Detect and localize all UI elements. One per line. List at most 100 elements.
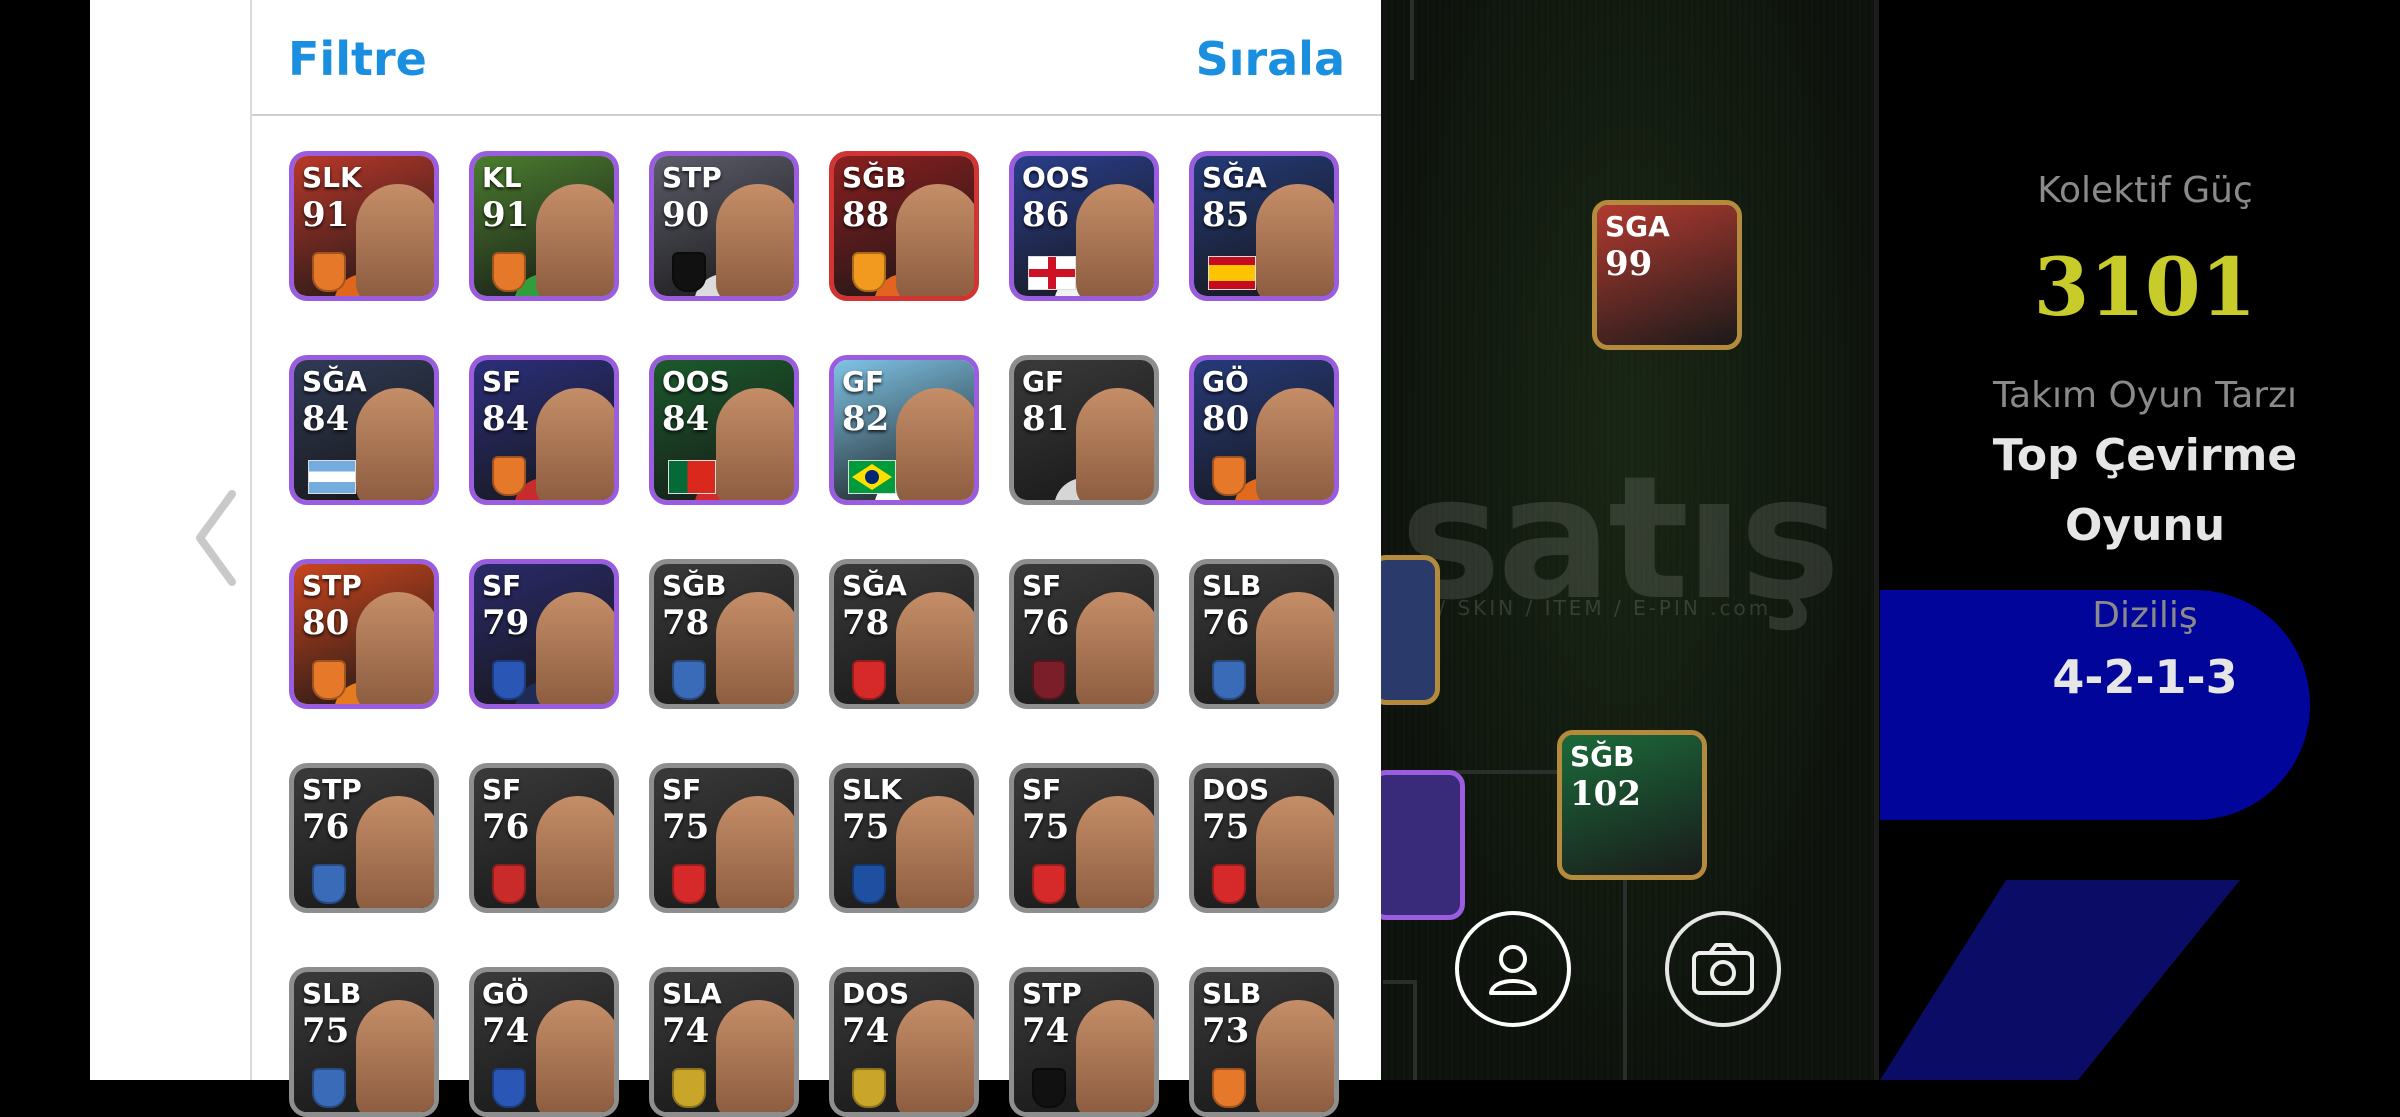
list-header: Filtre Sırala bbox=[252, 0, 1381, 116]
card-rating: 84 bbox=[302, 399, 350, 439]
player-portrait bbox=[536, 592, 614, 704]
card-rating: 80 bbox=[302, 603, 350, 643]
card-rating: 75 bbox=[302, 1011, 350, 1051]
sort-button[interactable]: Sırala bbox=[1196, 32, 1345, 86]
club-badge-icon bbox=[1212, 660, 1246, 700]
card-rating: 91 bbox=[482, 195, 530, 235]
player-card[interactable]: SLB 76 bbox=[1189, 559, 1339, 709]
camera-button[interactable] bbox=[1665, 911, 1781, 1027]
card-rating: 84 bbox=[662, 399, 710, 439]
card-position: SF bbox=[1022, 569, 1062, 602]
card-position: SĞA bbox=[302, 365, 367, 398]
card-position: SF bbox=[662, 773, 702, 806]
player-card[interactable]: SF 76 bbox=[1009, 559, 1159, 709]
player-card[interactable]: DOS 75 bbox=[1189, 763, 1339, 913]
card-position: DOS bbox=[1202, 773, 1270, 806]
player-card[interactable]: STP 90 bbox=[649, 151, 799, 301]
card-rating: 74 bbox=[1022, 1011, 1070, 1051]
player-portrait bbox=[536, 184, 614, 296]
player-card[interactable]: STP 76 bbox=[289, 763, 439, 913]
club-badge-icon bbox=[492, 252, 526, 292]
player-card[interactable]: SLK 91 bbox=[289, 151, 439, 301]
player-card[interactable]: SF 79 bbox=[469, 559, 619, 709]
chevron-left-icon[interactable] bbox=[192, 490, 238, 603]
player-card[interactable]: SĞA 78 bbox=[829, 559, 979, 709]
filter-button[interactable]: Filtre bbox=[288, 32, 427, 86]
flag-esp-icon bbox=[1208, 256, 1256, 290]
player-portrait bbox=[1076, 1000, 1154, 1112]
club-badge-icon bbox=[312, 864, 346, 904]
pitch-line bbox=[1383, 980, 1413, 984]
card-position: SLB bbox=[1202, 977, 1262, 1010]
player-card[interactable]: SLB 75 bbox=[289, 967, 439, 1117]
player-card[interactable]: KL 91 bbox=[469, 151, 619, 301]
player-card[interactable]: SĞB 78 bbox=[649, 559, 799, 709]
card-rating: 75 bbox=[1022, 807, 1070, 847]
player-card[interactable]: SF 84 bbox=[469, 355, 619, 505]
card-rating: 76 bbox=[1022, 603, 1070, 643]
card-position: SLA bbox=[662, 977, 722, 1010]
player-card[interactable]: SF 76 bbox=[469, 763, 619, 913]
club-badge-icon bbox=[852, 864, 886, 904]
club-badge-icon bbox=[672, 660, 706, 700]
player-portrait bbox=[356, 796, 434, 908]
pitch-line bbox=[1413, 980, 1417, 1080]
player-portrait bbox=[1076, 592, 1154, 704]
player-card[interactable]: GF 82 bbox=[829, 355, 979, 505]
card-rating: 82 bbox=[842, 399, 890, 439]
club-badge-icon bbox=[852, 1068, 886, 1108]
card-position: STP bbox=[662, 161, 722, 194]
card-position: SĞA bbox=[1202, 161, 1267, 194]
player-card[interactable]: SĞB 88 bbox=[829, 151, 979, 301]
club-badge-icon bbox=[312, 660, 346, 700]
player-card[interactable]: SLK 75 bbox=[829, 763, 979, 913]
player-portrait bbox=[716, 592, 794, 704]
card-rating: 78 bbox=[842, 603, 890, 643]
club-badge-icon bbox=[1212, 1068, 1246, 1108]
player-card[interactable]: DOS 74 bbox=[829, 967, 979, 1117]
pitch-line bbox=[1410, 0, 1414, 80]
collective-power-value: 3101 bbox=[2033, 240, 2257, 334]
card-position: SLB bbox=[302, 977, 362, 1010]
club-badge-icon bbox=[852, 660, 886, 700]
player-portrait bbox=[1076, 796, 1154, 908]
card-rating: 85 bbox=[1202, 195, 1250, 235]
card-rating: 81 bbox=[1022, 399, 1070, 439]
card-position: OOS bbox=[662, 365, 730, 398]
club-badge-icon bbox=[492, 1068, 526, 1108]
pitch-player-card[interactable]: SĞB 102 bbox=[1557, 730, 1707, 880]
card-rating: 99 bbox=[1605, 244, 1653, 284]
player-card[interactable]: OOS 84 bbox=[649, 355, 799, 505]
card-position: GÖ bbox=[1202, 365, 1249, 398]
pitch-player-card[interactable]: SGA 99 bbox=[1592, 200, 1742, 350]
player-portrait bbox=[716, 796, 794, 908]
card-position: STP bbox=[302, 569, 362, 602]
player-card[interactable]: SĞA 85 bbox=[1189, 151, 1339, 301]
player-card[interactable]: SLB 73 bbox=[1189, 967, 1339, 1117]
card-rating: 76 bbox=[302, 807, 350, 847]
player-card[interactable]: GF 81 bbox=[1009, 355, 1159, 505]
player-portrait bbox=[716, 184, 794, 296]
player-card[interactable]: GÖ 80 bbox=[1189, 355, 1339, 505]
player-portrait bbox=[896, 592, 974, 704]
player-portrait bbox=[536, 1000, 614, 1112]
player-card[interactable]: GÖ 74 bbox=[469, 967, 619, 1117]
player-portrait bbox=[1076, 388, 1154, 500]
card-position: SĞB bbox=[662, 569, 727, 602]
player-card[interactable]: SLA 74 bbox=[649, 967, 799, 1117]
card-rating: 78 bbox=[662, 603, 710, 643]
club-badge-icon bbox=[312, 252, 346, 292]
player-card[interactable]: OOS 86 bbox=[1009, 151, 1159, 301]
card-rating: 76 bbox=[1202, 603, 1250, 643]
player-portrait bbox=[1256, 184, 1334, 296]
card-rating: 75 bbox=[662, 807, 710, 847]
profile-button[interactable] bbox=[1455, 911, 1571, 1027]
club-badge-icon bbox=[492, 456, 526, 496]
player-card[interactable]: SF 75 bbox=[1009, 763, 1159, 913]
player-card[interactable]: STP 80 bbox=[289, 559, 439, 709]
player-card[interactable]: STP 74 bbox=[1009, 967, 1159, 1117]
player-card[interactable]: SĞA 84 bbox=[289, 355, 439, 505]
pitch-card-partial[interactable] bbox=[1370, 770, 1465, 920]
player-portrait bbox=[1256, 592, 1334, 704]
player-card[interactable]: SF 75 bbox=[649, 763, 799, 913]
